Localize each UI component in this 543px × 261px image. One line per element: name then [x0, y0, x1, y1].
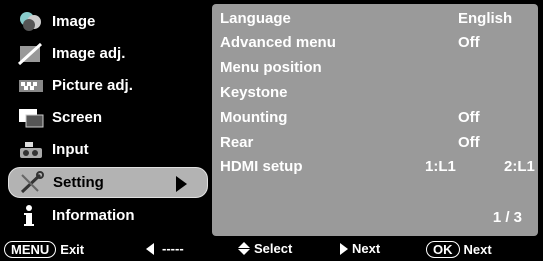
- setting-label: Keystone: [220, 84, 288, 101]
- setting-label: Language: [220, 10, 291, 27]
- setting-value: Off: [458, 134, 480, 151]
- page-indicator: 1 / 3: [492, 209, 522, 226]
- setting-row-advanced-menu[interactable]: Advanced menu Off: [220, 34, 532, 58]
- setting-label: HDMI setup: [220, 158, 303, 175]
- menu-item-label: Image adj.: [52, 45, 126, 62]
- setting-value: 1:L1: [425, 158, 456, 175]
- menu-item-label: Setting: [53, 174, 104, 191]
- picture-adj-icon: [14, 73, 48, 99]
- settings-panel: Language English Advanced menu Off Menu …: [212, 4, 538, 236]
- setting-value: English: [458, 10, 513, 27]
- setting-icon: [15, 170, 49, 196]
- osd-screen: Image Image adj. Picture adj. Screen Inp…: [0, 0, 543, 261]
- setting-value: Off: [458, 109, 480, 126]
- menu-item-label: Picture adj.: [52, 77, 133, 94]
- footer-ok: OK Next: [426, 241, 492, 258]
- image-icon: [14, 9, 48, 35]
- input-icon: [14, 137, 48, 163]
- setting-label: Advanced menu: [220, 34, 336, 51]
- footer-select-label: Select: [254, 241, 293, 256]
- menu-item-picture-adj[interactable]: Picture adj.: [8, 70, 208, 101]
- footer-back-label: -----: [162, 241, 184, 256]
- footer-ok-label: Next: [463, 242, 492, 257]
- chevron-right-icon: [176, 176, 187, 192]
- menu-item-label: Screen: [52, 109, 103, 126]
- ok-key-icon: OK: [426, 241, 460, 258]
- footer-hints: MENU Exit ----- Select Next OK Next: [0, 238, 543, 261]
- footer-back: -----: [146, 241, 184, 256]
- information-icon: [14, 203, 48, 229]
- setting-label: Rear: [220, 134, 254, 151]
- left-arrow-icon: [146, 242, 154, 255]
- menu-key-icon: MENU: [4, 241, 57, 258]
- setting-row-mounting[interactable]: Mounting Off: [220, 109, 532, 133]
- setting-row-language[interactable]: Language English: [220, 10, 532, 34]
- menu-item-label: Image: [52, 13, 96, 30]
- menu-item-image-adj[interactable]: Image adj.: [8, 38, 208, 69]
- right-arrow-icon: [340, 242, 348, 255]
- footer-exit: MENU Exit: [4, 241, 84, 258]
- footer-next-label: Next: [352, 241, 381, 256]
- setting-value-secondary: 2:L1: [504, 158, 535, 175]
- screen-icon: [14, 105, 48, 131]
- setting-row-keystone[interactable]: Keystone: [220, 84, 532, 108]
- menu-item-label: Input: [52, 141, 89, 158]
- menu-item-screen[interactable]: Screen: [8, 102, 208, 133]
- setting-row-menu-position[interactable]: Menu position: [220, 59, 532, 83]
- main-menu: Image Image adj. Picture adj. Screen Inp…: [8, 4, 208, 236]
- menu-item-setting[interactable]: Setting: [8, 167, 208, 198]
- setting-label: Mounting: [220, 109, 288, 126]
- menu-item-image[interactable]: Image: [8, 6, 208, 37]
- setting-value: Off: [458, 34, 480, 51]
- footer-exit-label: Exit: [60, 242, 85, 257]
- footer-next: Next: [340, 241, 380, 256]
- menu-item-information[interactable]: Information: [8, 200, 208, 231]
- setting-label: Menu position: [220, 59, 322, 76]
- up-down-arrow-icon: [238, 242, 250, 255]
- menu-item-label: Information: [52, 207, 135, 224]
- footer-select: Select: [238, 241, 292, 256]
- menu-item-input[interactable]: Input: [8, 134, 208, 165]
- image-adj-icon: [14, 41, 48, 67]
- setting-row-rear[interactable]: Rear Off: [220, 134, 532, 158]
- setting-row-hdmi-setup[interactable]: HDMI setup 1:L1 2:L1: [220, 158, 535, 182]
